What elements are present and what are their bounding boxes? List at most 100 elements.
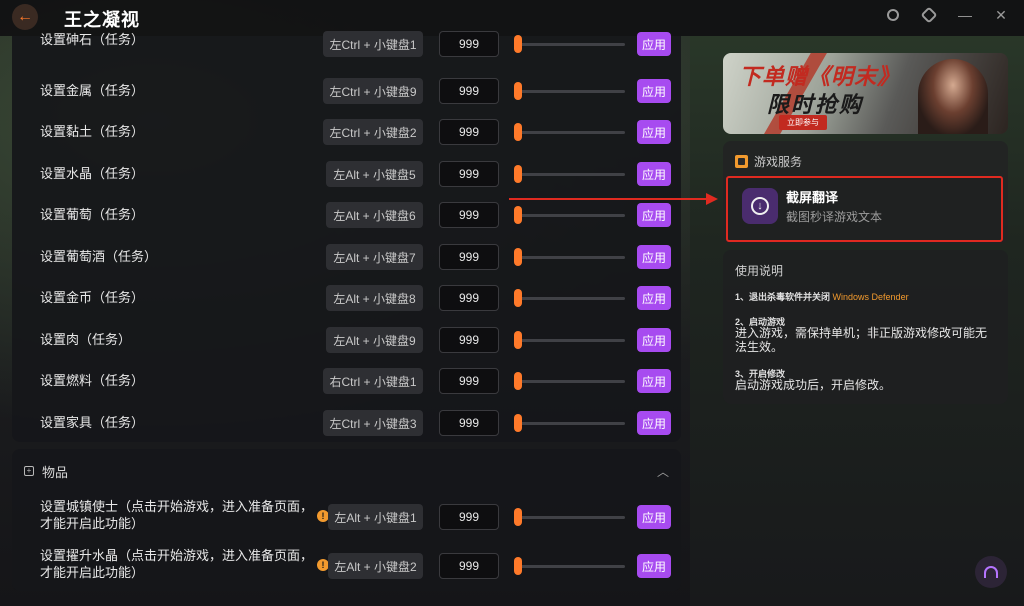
hotkey-button[interactable]: 左Ctrl + 小键盘1 [323, 31, 423, 57]
hotkey-button[interactable]: 左Alt + 小键盘6 [326, 202, 423, 228]
option-label-line1: 设置城镇使士（点击开始游戏，进入准备页面， [40, 499, 314, 514]
banner-cta[interactable]: 立即参与 [779, 115, 827, 130]
hotkey-button[interactable]: 左Alt + 小键盘8 [326, 285, 423, 311]
instruction-step-1-text: 1、退出杀毒软件并关闭 [735, 292, 831, 302]
apply-button[interactable]: 应用 [637, 328, 671, 352]
value-input[interactable]: 999 [439, 31, 499, 57]
option-label: 设置家具（任务） [40, 415, 145, 430]
option-row: 设置金币（任务） 左Alt + 小键盘8 999 应用 [12, 283, 681, 313]
option-label-line1: 设置擢升水晶（点击开始游戏，进入准备页面， [40, 548, 314, 563]
game-service-title: 游戏服务 [754, 155, 803, 169]
option-label: 设置肉（任务） [40, 332, 132, 347]
value-input[interactable]: 999 [439, 327, 499, 353]
hotkey-button[interactable]: 左Ctrl + 小键盘9 [323, 78, 423, 104]
hotkey-button[interactable]: 左Ctrl + 小键盘3 [323, 410, 423, 436]
apply-button[interactable]: 应用 [637, 554, 671, 578]
items-header[interactable]: + 物品 [24, 461, 68, 481]
slider-handle[interactable] [514, 331, 522, 349]
apply-button[interactable]: 应用 [637, 32, 671, 56]
slider-handle[interactable] [514, 508, 522, 526]
value-input[interactable]: 999 [439, 202, 499, 228]
minimize-button[interactable]: — [956, 6, 974, 24]
slider-handle[interactable] [514, 82, 522, 100]
value-slider[interactable] [517, 90, 625, 93]
banner-character-image [918, 59, 988, 134]
value-slider[interactable] [517, 422, 625, 425]
option-label: 设置水晶（任务） [40, 166, 145, 181]
value-input[interactable]: 999 [439, 553, 499, 579]
slider-handle[interactable] [514, 557, 522, 575]
value-input[interactable]: 999 [439, 78, 499, 104]
chevron-up-icon[interactable]: ︿ [657, 463, 669, 480]
slider-handle[interactable] [514, 206, 522, 224]
apply-button[interactable]: 应用 [637, 120, 671, 144]
option-label: 设置城镇使士（点击开始游戏，进入准备页面， 才能开启此功能） [40, 498, 313, 532]
apply-button[interactable]: 应用 [637, 369, 671, 393]
slider-handle[interactable] [514, 165, 522, 183]
slider-handle[interactable] [514, 372, 522, 390]
slider-handle[interactable] [514, 123, 522, 141]
screenshot-translate-card[interactable]: ↓ 截屏翻译 截图秒译游戏文本 [726, 176, 1003, 242]
option-row: 设置葡萄酒（任务） 左Alt + 小键盘7 999 应用 [12, 242, 681, 272]
option-row: 设置燃料（任务） 右Ctrl + 小键盘1 999 应用 [12, 366, 681, 396]
value-slider[interactable] [517, 297, 625, 300]
value-input[interactable]: 999 [439, 244, 499, 270]
hotkey-button[interactable]: 左Alt + 小键盘2 [328, 553, 423, 579]
option-label-line2: 才能开启此功能） [40, 565, 145, 580]
items-panel: + 物品 ︿ 设置城镇使士（点击开始游戏，进入准备页面， 才能开启此功能） ! … [12, 449, 681, 591]
value-slider[interactable] [517, 43, 625, 46]
apply-button[interactable]: 应用 [637, 505, 671, 529]
value-input[interactable]: 999 [439, 161, 499, 187]
option-label: 设置擢升水晶（点击开始游戏，进入准备页面， 才能开启此功能） [40, 547, 313, 581]
value-slider[interactable] [517, 565, 625, 568]
hotkey-button[interactable]: 左Alt + 小键盘9 [326, 327, 423, 353]
value-input[interactable]: 999 [439, 410, 499, 436]
promo-banner[interactable]: 下单赠《明末》 限时抢购 立即参与 [723, 53, 1008, 134]
slider-handle[interactable] [514, 289, 522, 307]
value-input[interactable]: 999 [439, 119, 499, 145]
slider-handle[interactable] [514, 248, 522, 266]
annotation-arrow-head [706, 193, 718, 205]
annotation-arrow-line [509, 198, 709, 200]
settings-button[interactable] [920, 6, 938, 24]
value-input[interactable]: 999 [439, 285, 499, 311]
hotkey-button[interactable]: 左Ctrl + 小键盘2 [323, 119, 423, 145]
value-slider[interactable] [517, 339, 625, 342]
value-input[interactable]: 999 [439, 368, 499, 394]
option-row: 设置砷石（任务） 左Ctrl + 小键盘1 999 应用 [12, 31, 681, 67]
hotkey-button[interactable]: 左Alt + 小键盘5 [326, 161, 423, 187]
apply-button[interactable]: 应用 [637, 245, 671, 269]
apply-button[interactable]: 应用 [637, 411, 671, 435]
hotkey-button[interactable]: 左Alt + 小键盘1 [328, 504, 423, 530]
slider-handle[interactable] [514, 414, 522, 432]
items-title: 物品 [42, 464, 69, 480]
value-slider[interactable] [517, 516, 625, 519]
value-input[interactable]: 999 [439, 504, 499, 530]
service-name: 截屏翻译 [786, 190, 839, 205]
apply-button[interactable]: 应用 [637, 203, 671, 227]
value-slider[interactable] [517, 214, 625, 217]
back-button[interactable]: ← [12, 4, 38, 30]
instruction-step-2-body: 进入游戏，需保持单机；非正版游戏修改可能无法生效。 [735, 326, 988, 354]
option-row: 设置城镇使士（点击开始游戏，进入准备页面， 才能开启此功能） ! 左Alt + … [12, 499, 681, 532]
option-label: 设置金币（任务） [40, 290, 145, 305]
hotkey-button[interactable]: 左Alt + 小键盘7 [326, 244, 423, 270]
arrow-left-icon: ← [17, 8, 33, 25]
account-button[interactable] [884, 6, 902, 24]
apply-button[interactable]: 应用 [637, 286, 671, 310]
value-slider[interactable] [517, 380, 625, 383]
close-button[interactable]: ✕ [992, 6, 1010, 24]
apply-button[interactable]: 应用 [637, 79, 671, 103]
service-description: 截图秒译游戏文本 [786, 210, 883, 224]
hotkey-button[interactable]: 右Ctrl + 小键盘1 [323, 368, 423, 394]
value-slider[interactable] [517, 131, 625, 134]
value-slider[interactable] [517, 256, 625, 259]
apply-button[interactable]: 应用 [637, 162, 671, 186]
title-bar: ← 王之凝视 — ✕ [0, 0, 1024, 36]
option-row: 设置肉（任务） 左Alt + 小键盘9 999 应用 [12, 325, 681, 355]
support-button[interactable] [975, 556, 1007, 588]
slider-handle[interactable] [514, 35, 522, 53]
close-icon: ✕ [995, 6, 1007, 23]
value-slider[interactable] [517, 173, 625, 176]
option-row: 设置黏土（任务） 左Ctrl + 小键盘2 999 应用 [12, 117, 681, 147]
